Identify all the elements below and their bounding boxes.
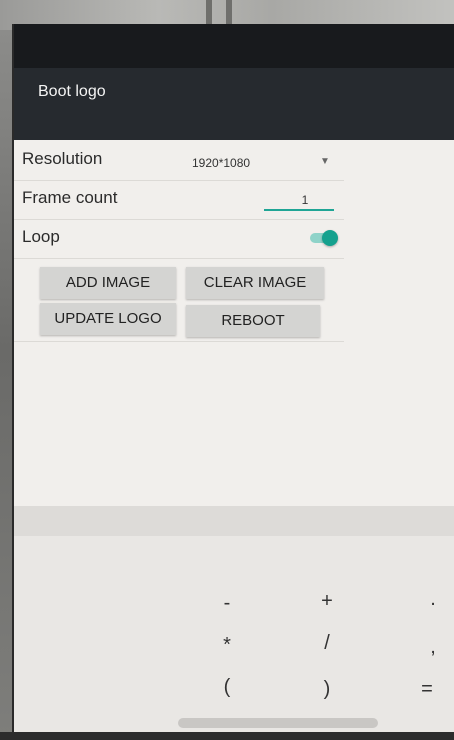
toggle-thumb	[322, 230, 338, 246]
app-bar: Boot logo	[14, 68, 454, 140]
loop-label: Loop	[22, 227, 60, 246]
clear-image-button[interactable]: CLEAR IMAGE	[186, 267, 324, 299]
key-plus[interactable]: +	[312, 590, 342, 613]
resolution-value[interactable]: 1920*1080	[192, 156, 250, 170]
loop-toggle[interactable]	[310, 230, 338, 246]
resolution-row: Resolution 1920*1080 ▼	[14, 142, 344, 181]
frame-count-label: Frame count	[22, 188, 118, 207]
key-close-paren[interactable]: )	[312, 678, 342, 701]
key-period[interactable]: .	[418, 588, 448, 611]
device-bezel	[0, 732, 454, 740]
space-bar[interactable]	[178, 718, 378, 728]
frame-count-row: Frame count 1	[14, 181, 344, 220]
resolution-label: Resolution	[22, 149, 103, 168]
keyboard: - + . * / , ( ) =	[14, 536, 454, 734]
dropdown-arrow-icon[interactable]: ▼	[320, 156, 330, 167]
device-screen: Boot logo Resolution 1920*1080 ▼ Frame c…	[12, 24, 454, 734]
photo-background-left	[0, 30, 12, 740]
status-bar	[14, 24, 454, 68]
update-logo-button[interactable]: UPDATE LOGO	[40, 303, 176, 335]
key-asterisk[interactable]: *	[212, 634, 242, 657]
key-slash[interactable]: /	[312, 632, 342, 655]
frame-count-input[interactable]: 1	[264, 189, 334, 211]
key-equals[interactable]: =	[412, 678, 442, 701]
reboot-button[interactable]: REBOOT	[186, 305, 320, 337]
add-image-button[interactable]: ADD IMAGE	[40, 267, 176, 299]
key-open-paren[interactable]: (	[212, 676, 242, 699]
loop-row: Loop	[14, 220, 344, 259]
key-comma[interactable]: ,	[418, 636, 448, 659]
button-area: ADD IMAGE CLEAR IMAGE UPDATE LOGO REBOOT	[14, 259, 344, 342]
keyboard-suggestion-bar	[14, 506, 454, 536]
key-minus[interactable]: -	[212, 592, 242, 615]
page-title: Boot logo	[38, 83, 106, 100]
